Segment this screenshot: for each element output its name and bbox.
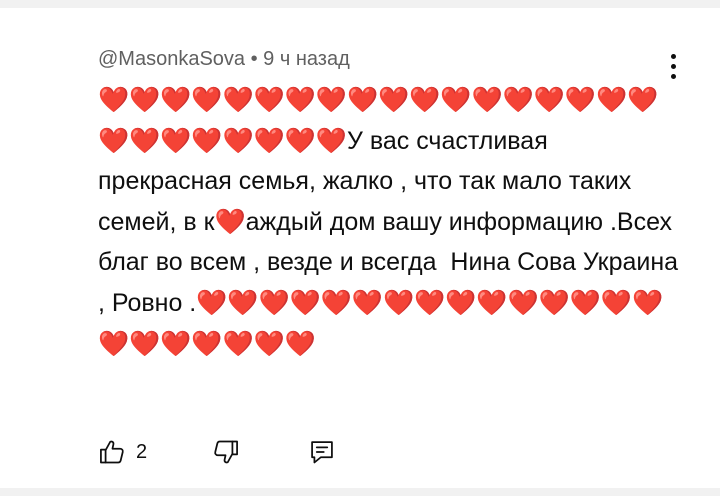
reply-comment-icon [308, 438, 336, 466]
comment-card: @MasonkaSova • 9 ч назад ❤️❤️❤️❤️❤️❤️❤️❤… [0, 8, 720, 488]
like-count: 2 [136, 440, 148, 463]
thumbs-down-icon [212, 438, 240, 466]
more-options-button[interactable] [661, 48, 685, 84]
more-vertical-icon-dot [670, 63, 676, 69]
comment-author[interactable]: @MasonkaSova [98, 48, 245, 70]
thumbs-up-icon [98, 438, 126, 466]
dislike-button[interactable] [212, 438, 308, 466]
like-button[interactable]: 2 [98, 438, 212, 466]
meta-separator: • [245, 48, 264, 70]
comment-time[interactable]: 9 ч назад [263, 48, 350, 70]
comment-text: ❤️❤️❤️❤️❤️❤️❤️❤️❤️❤️❤️❤️❤️❤️❤️❤️❤️❤️❤️❤️… [98, 86, 686, 358]
more-vertical-icon-dot [670, 73, 676, 79]
comment-meta: @MasonkaSova • 9 ч назад [98, 48, 350, 71]
more-vertical-icon [670, 53, 676, 59]
reply-button[interactable] [308, 438, 340, 466]
comment-actions: 2 [98, 436, 340, 468]
